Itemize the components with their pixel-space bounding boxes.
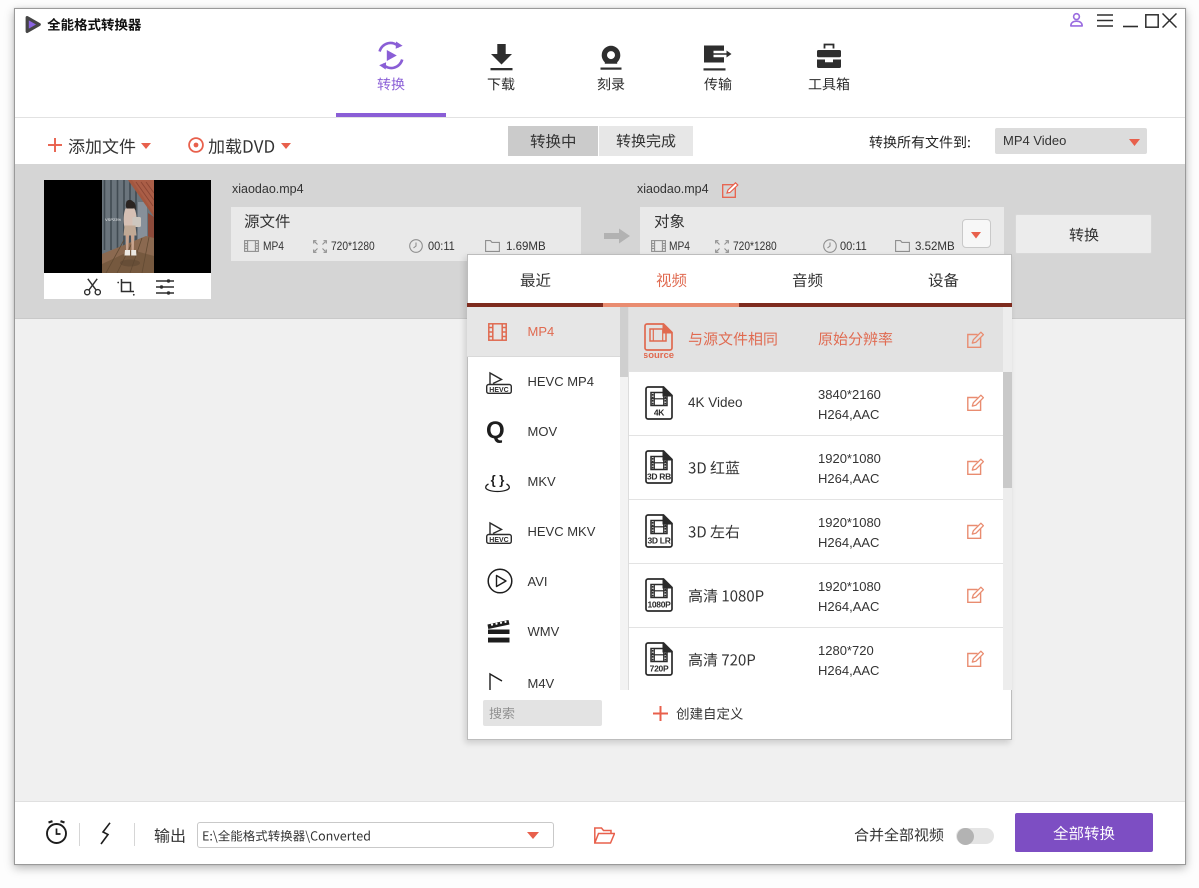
svg-text:3D LR: 3D LR — [647, 536, 670, 546]
svg-text:1080P: 1080P — [647, 600, 671, 610]
svg-text:4K: 4K — [654, 408, 665, 418]
svg-text:source: source — [644, 350, 674, 359]
svg-text:{ }: { } — [491, 473, 505, 488]
svg-text:HEVC: HEVC — [489, 537, 508, 544]
svg-text:VSP23%: VSP23% — [105, 217, 121, 222]
svg-text:3D RB: 3D RB — [647, 472, 671, 482]
svg-text:720P: 720P — [650, 664, 669, 674]
svg-text:HEVC: HEVC — [489, 387, 508, 394]
